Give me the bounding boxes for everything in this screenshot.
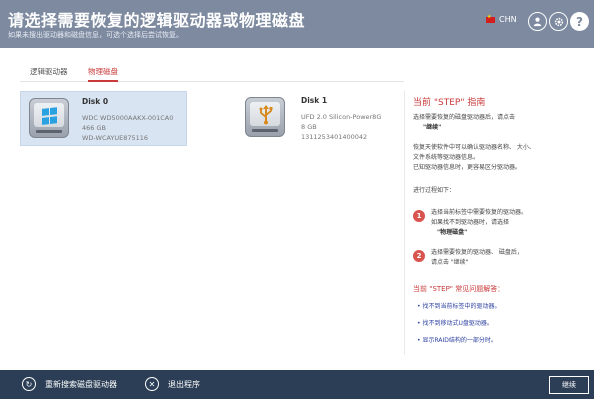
guide-intro-bold-row: "继续" [413, 123, 441, 133]
tab-logical-drives[interactable]: 逻辑驱动器 [30, 66, 68, 82]
guide-intro: 选择需要恢复的磁盘驱动器后，请点击 [413, 114, 516, 121]
disk-model: UFD 2.0 Silicon-Power8G [301, 113, 382, 121]
page-title: 请选择需要恢复的逻辑驱动器或物理磁盘 [8, 11, 306, 30]
step-text: 选择需要恢复的驱动器、 磁盘后， 请点击 "继续" [431, 248, 523, 268]
disk-name: Disk 0 [82, 97, 109, 106]
step-guide-panel: 当前 "STEP" 指南 选择需要恢复的磁盘驱动器后，请点击 "继续" 恢复天使… [404, 91, 590, 355]
step-line: 选择需要恢复的驱动器、 磁盘后， [431, 249, 523, 256]
language-label: CHN [499, 15, 517, 24]
windows-logo-icon [42, 107, 58, 125]
rescan-label: 重新搜索磁盘驱动器 [45, 379, 117, 389]
faq-link[interactable]: 找不到移动式U盘驱动器。 [417, 318, 492, 327]
guide-info-line: 恢复天使软件中可以确认驱动器名称、 大小、 [413, 144, 535, 151]
step-line: 请点击 "继续" [431, 259, 469, 266]
settings-button[interactable] [549, 12, 568, 31]
gear-icon [554, 17, 563, 26]
step-line: 选择当前标签中需要恢复的驱动器。 [431, 209, 528, 216]
user-icon [533, 17, 542, 27]
help-icon: ? [576, 14, 583, 29]
footer-bar: ↻ 重新搜索磁盘驱动器 ✕ 退出程序 继续 [0, 370, 594, 399]
app-header: 请选择需要恢复的逻辑驱动器或物理磁盘 如果未搜出驱动器和磁盘信息，可选个选择后尝… [0, 0, 594, 48]
page-subtitle: 如果未搜出驱动器和磁盘信息，可选个选择后尝试恢复。 [8, 31, 183, 39]
tab-physical-disks[interactable]: 物理磁盘 [88, 66, 118, 82]
windows-drive-icon [29, 98, 69, 138]
language-selector[interactable]: CHN [486, 14, 517, 24]
rescan-button[interactable]: ↻ 重新搜索磁盘驱动器 [22, 377, 117, 391]
guide-info-line: 已知驱动器信息时，更容易区分驱动器。 [413, 164, 522, 171]
faq-link[interactable]: 找不到当前标签中的驱动器。 [417, 301, 500, 310]
guide-title: 当前 "STEP" 指南 [413, 98, 486, 108]
faq-title: 当前 "STEP" 常见问题解答： [413, 285, 505, 293]
disk-item-0[interactable]: Disk 0 WDC WD5000AAKX-001CA0 466 GB WD-W… [20, 91, 187, 146]
guide-step-2: 2 选择需要恢复的驱动器、 磁盘后， 请点击 "继续" [413, 248, 589, 274]
disk-serial: 1311253401400042 [301, 133, 368, 141]
faq-link[interactable]: 显示RAID结构的一部分时。 [417, 335, 496, 344]
physical-disk-hint: "物理磁盘" [437, 229, 468, 236]
step-number: 1 [413, 210, 425, 222]
step-text: 选择当前标签中需要恢复的驱动器。 如果找不到驱动器时，请选择 "物理磁盘" [431, 208, 527, 238]
close-icon: ✕ [145, 377, 159, 391]
disk-tabs: 逻辑驱动器 物理磁盘 [20, 66, 404, 82]
usb-drive-icon [245, 97, 285, 137]
disk-model: WDC WD5000AAKX-001CA0 [82, 114, 174, 122]
guide-step-1: 1 选择当前标签中需要恢复的驱动器。 如果找不到驱动器时，请选择 "物理磁盘" [413, 208, 589, 236]
disk-name: Disk 1 [301, 96, 328, 105]
guide-info-line: 文件系统等驱动器信息。 [413, 154, 480, 161]
process-label: 进行过程如下： [413, 187, 456, 194]
disk-size: 8 GB [301, 123, 317, 131]
disk-serial: WD-WCAYUE875116 [82, 134, 149, 142]
refresh-icon: ↻ [22, 377, 36, 391]
step-line: 如果找不到驱动器时，请选择 [431, 219, 510, 226]
disk-item-1[interactable]: Disk 1 UFD 2.0 Silicon-Power8G 8 GB 1311… [237, 91, 387, 146]
disk-size: 466 GB [82, 124, 106, 132]
continue-hint: "继续" [423, 124, 442, 131]
usb-symbol-icon [259, 105, 273, 125]
step-number: 2 [413, 250, 425, 262]
quit-button[interactable]: ✕ 退出程序 [145, 377, 200, 391]
continue-button[interactable]: 继续 [549, 376, 589, 394]
help-button[interactable]: ? [570, 12, 589, 31]
user-button[interactable] [528, 12, 547, 31]
china-flag-icon [486, 14, 495, 23]
quit-label: 退出程序 [168, 379, 200, 389]
